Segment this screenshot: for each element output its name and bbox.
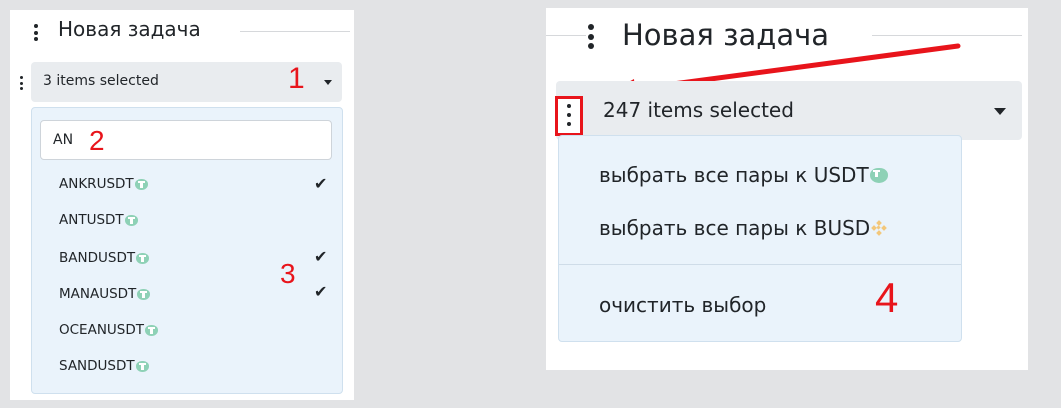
menu-item-label: выбрать все пары к BUSD xyxy=(599,216,871,240)
tether-icon xyxy=(136,252,150,264)
list-item[interactable]: ANTUSDT xyxy=(59,212,138,228)
page-title: Новая задача xyxy=(58,17,201,41)
option-label: ANTUSDT xyxy=(59,212,124,228)
select-kebab-icon[interactable] xyxy=(20,76,23,90)
menu-item-label: выбрать все пары к USDT xyxy=(599,163,869,187)
list-item[interactable]: OCEANUSDT xyxy=(59,322,159,338)
list-item[interactable]: BANDUSDT xyxy=(59,250,150,266)
check-icon: ✔ xyxy=(314,174,328,193)
annotation-2: 2 xyxy=(89,125,105,156)
tether-icon xyxy=(124,214,138,226)
annotation-4: 4 xyxy=(875,274,899,321)
menu-item-label: очистить выбор xyxy=(599,293,767,317)
select-kebab-icon[interactable] xyxy=(567,104,571,126)
tether-icon xyxy=(869,167,888,183)
right-panel: Новая задача 247 items selected выбрать … xyxy=(546,8,1028,370)
title-kebab-icon[interactable] xyxy=(34,24,38,41)
check-icon: ✔ xyxy=(314,282,328,301)
tether-icon xyxy=(137,288,151,300)
bulk-actions-menu: выбрать все пары к USDT выбрать все пары… xyxy=(558,135,962,342)
option-label: ANKRUSDT xyxy=(59,176,134,192)
left-panel: Новая задача 3 items selected 1 2 ANKRUS… xyxy=(10,10,354,400)
menu-item-select-usdt[interactable]: выбрать все пары к USDT xyxy=(599,163,888,187)
option-label: MANAUSDT xyxy=(59,286,137,302)
option-label: SANDUSDT xyxy=(59,358,135,374)
check-icon: ✔ xyxy=(314,247,328,266)
select-label: 247 items selected xyxy=(603,98,794,122)
chevron-down-icon[interactable] xyxy=(324,80,332,85)
select-label: 3 items selected xyxy=(43,73,159,89)
annotation-1: 1 xyxy=(288,62,305,95)
binance-icon xyxy=(871,220,888,236)
list-item[interactable]: SANDUSDT xyxy=(59,358,149,374)
option-label: BANDUSDT xyxy=(59,250,136,266)
pair-dropdown: 2 ANKRUSDT ANTUSDT BANDUSDT MANAUSDT OCE… xyxy=(31,107,343,394)
chevron-down-icon[interactable] xyxy=(994,108,1006,115)
list-item[interactable]: MANAUSDT xyxy=(59,286,151,302)
title-divider xyxy=(240,31,350,32)
list-item[interactable]: ANKRUSDT xyxy=(59,176,148,192)
menu-divider xyxy=(559,264,961,265)
search-input[interactable] xyxy=(40,120,332,160)
menu-item-clear-selection[interactable]: очистить выбор xyxy=(599,293,766,317)
annotation-3: 3 xyxy=(280,258,296,289)
tether-icon xyxy=(145,324,159,336)
option-label: OCEANUSDT xyxy=(59,322,145,338)
pair-select[interactable]: 247 items selected xyxy=(556,81,1022,140)
tether-icon xyxy=(135,360,149,372)
tether-icon xyxy=(134,178,148,190)
menu-item-select-busd[interactable]: выбрать все пары к BUSD xyxy=(599,216,888,240)
